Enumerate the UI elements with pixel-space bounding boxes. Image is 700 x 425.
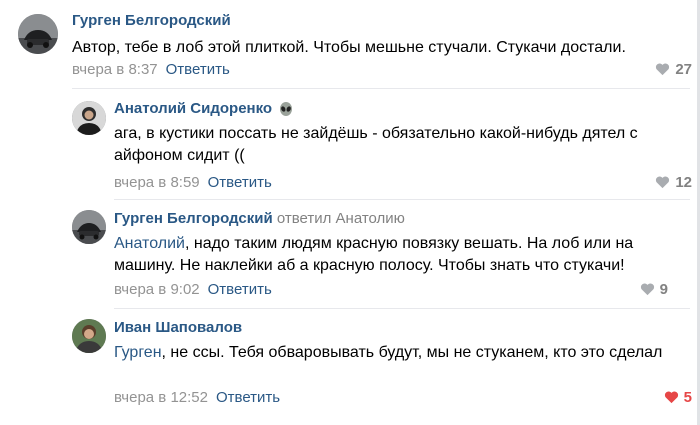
author-name[interactable]: Анатолий Сидоренко [114, 100, 272, 117]
comment-body: Анатолий Сидоренко ага, в кустики поссат… [114, 99, 674, 167]
comment-meta: вчера в 9:02 Ответить [114, 280, 272, 300]
heart-icon [664, 391, 678, 404]
timestamp[interactable]: вчера в 9:02 [114, 281, 200, 298]
author-line: Иван Шаповалов [114, 318, 674, 338]
timestamp[interactable]: вчера в 8:37 [72, 61, 158, 78]
comment-text: Анатолий, надо таким людям красную повяз… [114, 233, 674, 277]
comment-text: Автор, тебе в лоб этой плиткой. Чтобы ме… [72, 39, 626, 56]
reply-button[interactable]: Ответить [216, 389, 280, 406]
heart-icon [656, 63, 670, 76]
avatar-person-image [72, 101, 106, 135]
author-line: Гурген Белгородский [72, 11, 672, 31]
timestamp[interactable]: вчера в 12:52 [114, 389, 208, 406]
avatar[interactable] [18, 14, 58, 54]
like-button[interactable]: 27 [655, 60, 692, 80]
avatar-car-image [18, 14, 58, 54]
timestamp[interactable]: вчера в 8:59 [114, 174, 200, 191]
reply-button[interactable]: Ответить [208, 174, 272, 191]
like-button[interactable]: 12 [655, 173, 692, 193]
avatar[interactable] [72, 319, 106, 353]
reply-button[interactable]: Ответить [166, 61, 230, 78]
avatar[interactable] [72, 210, 106, 244]
avatar[interactable] [72, 101, 106, 135]
author-name[interactable]: Гурген Белгородский [72, 12, 231, 29]
like-button[interactable]: 9 [640, 280, 668, 300]
replied-to-label[interactable]: ответил Анатолию [277, 210, 405, 227]
comment-body: Гурген Белгородский ответил Анатолию Ана… [114, 209, 674, 277]
comment-meta: вчера в 8:59 Ответить [114, 173, 272, 193]
like-count: 12 [675, 174, 692, 191]
heart-icon [640, 283, 654, 296]
mention-link[interactable]: Анатолий [114, 235, 185, 252]
reply-button[interactable]: Ответить [208, 281, 272, 298]
mention-link[interactable]: Гурген [114, 344, 162, 361]
comment-1: Гурген Белгородский Автор, тебе в лоб эт… [0, 0, 700, 88]
comment-meta: вчера в 12:52 Ответить [114, 388, 280, 408]
comment-2: Анатолий Сидоренко ага, в кустики поссат… [0, 89, 700, 199]
author-line: Анатолий Сидоренко [114, 99, 674, 119]
comment-body: Гурген Белгородский Автор, тебе в лоб эт… [72, 11, 672, 59]
author-name[interactable]: Иван Шаповалов [114, 319, 242, 336]
author-name[interactable]: Гурген Белгородский [114, 210, 273, 227]
comment-text: ага, в кустики поссать не зайдёшь - обяз… [114, 125, 638, 164]
comment-meta: вчера в 8:37 Ответить [72, 60, 230, 80]
comment-body: Иван Шаповалов Гурген, не ссы. Тебя обва… [114, 318, 674, 364]
comment-text-body: , не ссы. Тебя обваровывать будут, мы не… [161, 344, 663, 361]
like-count: 27 [675, 61, 692, 78]
like-count: 5 [683, 389, 692, 406]
alien-icon [280, 102, 293, 117]
comment-3: Гурген Белгородский ответил Анатолию Ана… [0, 200, 700, 308]
like-button[interactable]: 5 [664, 388, 692, 408]
avatar-car-image [72, 210, 106, 244]
comment-4: Иван Шаповалов Гурген, не ссы. Тебя обва… [0, 309, 700, 425]
heart-icon [656, 176, 670, 189]
author-line: Гурген Белгородский ответил Анатолию [114, 209, 674, 229]
comment-text: Гурген, не ссы. Тебя обваровывать будут,… [114, 342, 674, 364]
like-count: 9 [659, 281, 668, 298]
avatar-person-image [72, 319, 106, 353]
comment-text-body: , надо таким людям красную повязку вешат… [114, 235, 634, 274]
